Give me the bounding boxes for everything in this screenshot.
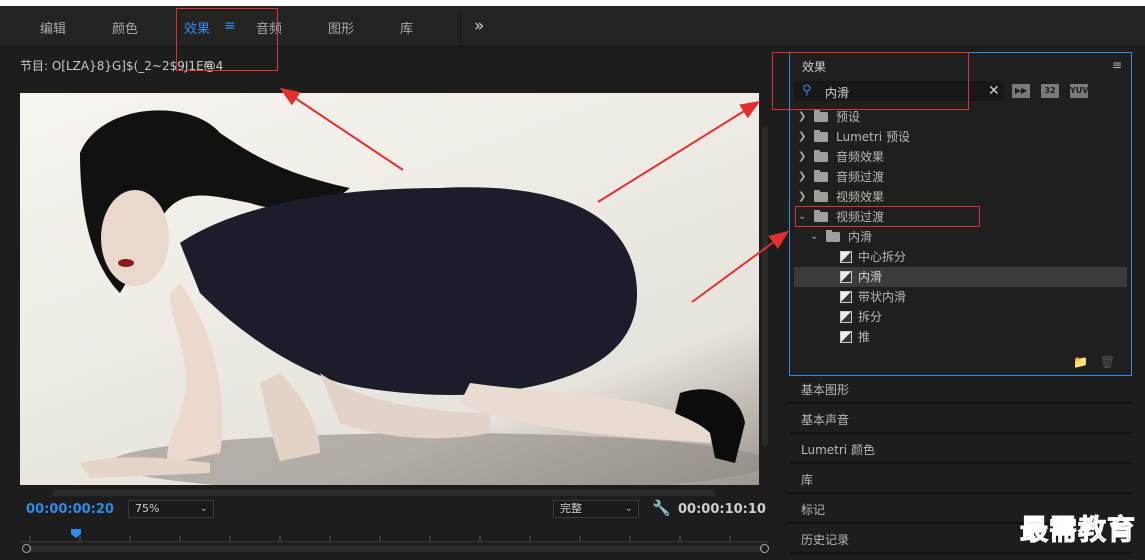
arrow-to-effects-tab: [279, 87, 404, 171]
arrow-to-video-transitions: [691, 230, 790, 303]
arrow-to-search: [597, 100, 761, 203]
annotation-arrows: [279, 87, 790, 303]
watermark-logo: 最需教育: [1019, 513, 1137, 547]
